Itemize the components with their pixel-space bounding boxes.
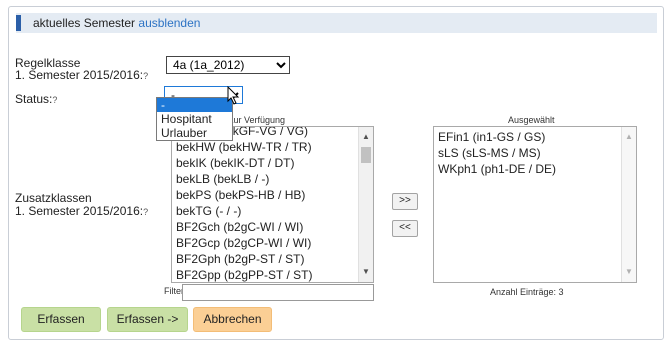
remove-from-selected-button[interactable]: << (392, 220, 418, 237)
entry-count: Anzahl Einträge: 3 (490, 287, 564, 297)
list-item[interactable]: EFin1 (in1-GS / GS) (434, 129, 556, 145)
status-label-text: Status: (15, 92, 53, 106)
panel-header: aktuelles Semester ausblenden (16, 13, 657, 33)
selected-list[interactable]: EFin1 (in1-GS / GS) sLS (sLS-MS / MS) WK… (433, 126, 637, 283)
available-list-scrollbar[interactable]: ▲ ▼ (358, 127, 373, 282)
header-title-text: aktuelles Semester (33, 16, 136, 30)
available-items: bekGF (bekGF-VG / VG) bekHW (bekHW-TR / … (172, 127, 313, 282)
selected-list-title: Ausgewählt (508, 115, 555, 125)
selected-items: EFin1 (in1-GS / GS) sLS (sLS-MS / MS) WK… (434, 129, 556, 177)
list-item[interactable]: BF2Gch (b2gC-WI / WI) (172, 219, 313, 235)
submit-button[interactable]: Erfassen (21, 307, 101, 332)
help-icon[interactable]: ? (143, 71, 148, 81)
filter-input[interactable] (182, 284, 374, 301)
list-item[interactable]: bekTG (- / -) (172, 203, 313, 219)
header-title: aktuelles Semester ausblenden (33, 16, 200, 30)
regelklasse-semester-label: 1. Semester 2015/2016:? (15, 69, 148, 82)
help-icon[interactable]: ? (143, 207, 148, 217)
zusatzklassen-semester-text: 1. Semester 2015/2016: (15, 204, 144, 218)
scroll-up-icon[interactable]: ▲ (362, 133, 370, 141)
regelklasse-semester-text: 1. Semester 2015/2016: (15, 68, 144, 82)
available-list-title: Zur Verfügung (228, 115, 286, 125)
status-option-urlauber[interactable]: Urlauber (157, 126, 232, 140)
cancel-button[interactable]: Abbrechen (193, 307, 272, 332)
list-item[interactable]: bekLB (bekLB / -) (172, 171, 313, 187)
hide-semester-link[interactable]: ausblenden (138, 16, 200, 30)
add-to-selected-button[interactable]: >> (392, 193, 418, 210)
status-option-none[interactable]: - (157, 98, 232, 112)
scroll-down-icon[interactable]: ▼ (362, 268, 370, 276)
list-item[interactable]: bekPS (bekPS-HB / HB) (172, 187, 313, 203)
list-item[interactable]: BF2Gph (b2gP-ST / ST) (172, 251, 313, 267)
regelklasse-select[interactable]: 4a (1a_2012) (166, 56, 290, 74)
scroll-thumb[interactable] (361, 147, 371, 163)
status-option-hospitant[interactable]: Hospitant (157, 112, 232, 126)
submit-next-button[interactable]: Erfassen -> (107, 307, 188, 332)
list-item[interactable]: BF2Gpp (b2gPP-ST / ST) (172, 267, 313, 282)
list-item[interactable]: BF2Gcp (b2gCP-WI / WI) (172, 235, 313, 251)
mouse-cursor-icon (227, 86, 240, 105)
header-accent-bar (16, 15, 21, 31)
scroll-down-icon[interactable]: ▼ (625, 268, 633, 276)
list-item[interactable]: bekHW (bekHW-TR / TR) (172, 139, 313, 155)
selected-list-scrollbar[interactable]: ▲ ▼ (621, 127, 636, 282)
scroll-up-icon[interactable]: ▲ (625, 133, 633, 141)
zusatzklassen-label: Zusatzklassen (15, 191, 92, 205)
zusatzklassen-semester-label: 1. Semester 2015/2016:? (15, 205, 148, 218)
status-dropdown-list: - Hospitant Urlauber (156, 97, 233, 141)
available-list[interactable]: bekGF (bekGF-VG / VG) bekHW (bekHW-TR / … (171, 126, 374, 283)
list-item[interactable]: sLS (sLS-MS / MS) (434, 145, 556, 161)
status-label: Status:? (15, 93, 57, 106)
list-item[interactable]: bekIK (bekIK-DT / DT) (172, 155, 313, 171)
list-item[interactable]: WKph1 (ph1-DE / DE) (434, 161, 556, 177)
help-icon[interactable]: ? (52, 95, 57, 105)
